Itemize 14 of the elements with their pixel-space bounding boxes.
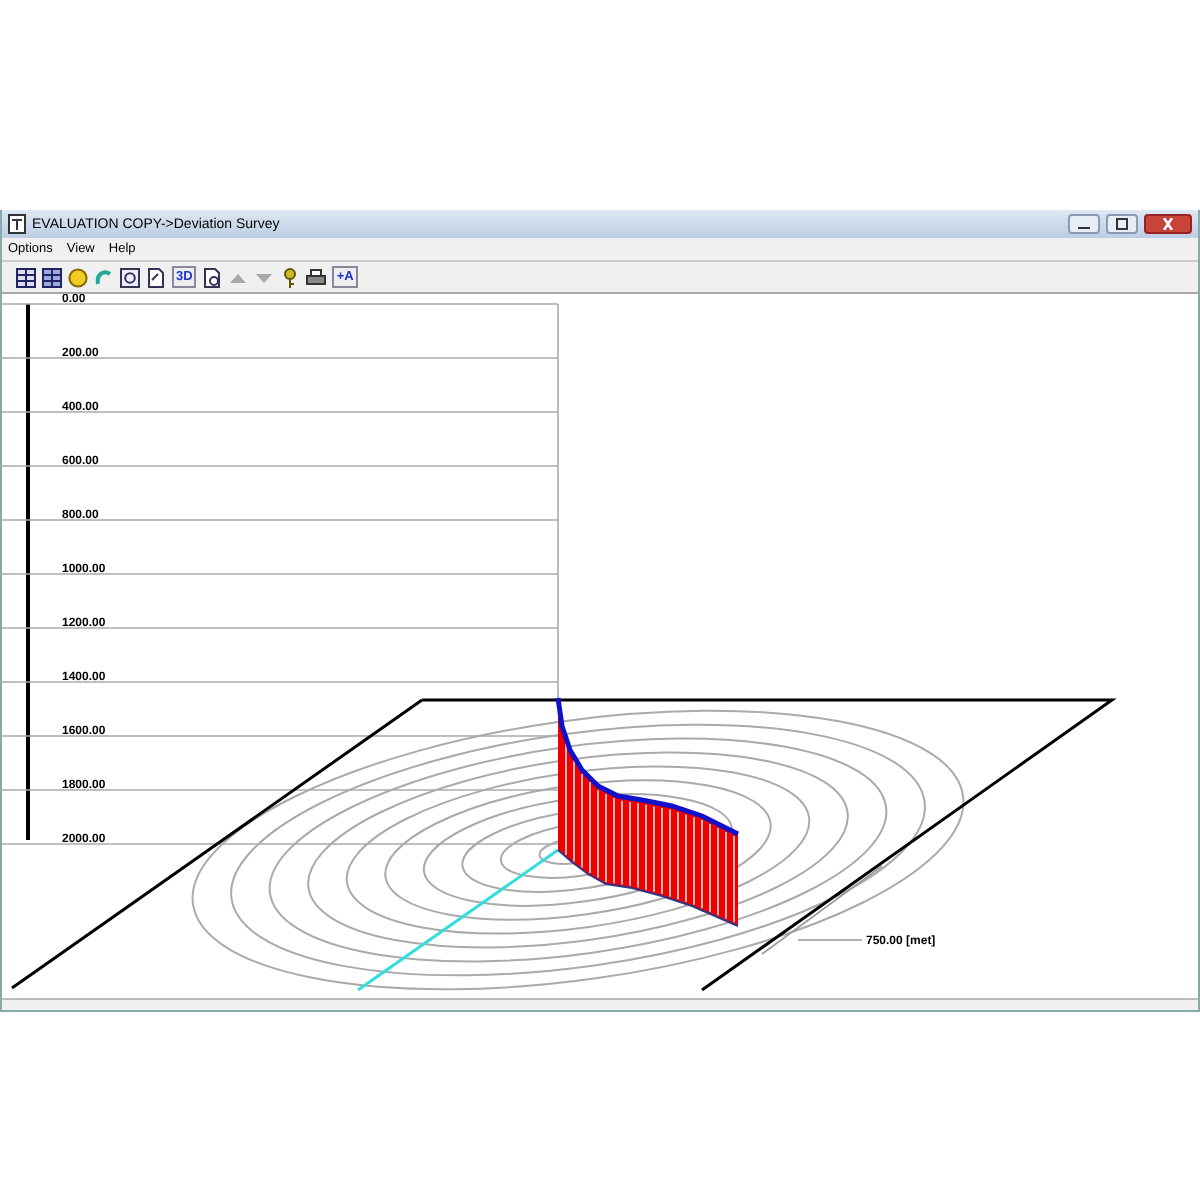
zoom-icon[interactable] bbox=[120, 267, 140, 287]
maximize-icon bbox=[1114, 218, 1130, 230]
maximize-button[interactable] bbox=[1106, 214, 1138, 234]
table-icon[interactable] bbox=[42, 267, 62, 287]
close-button[interactable] bbox=[1144, 214, 1192, 234]
key-icon[interactable] bbox=[280, 267, 301, 287]
app-icon bbox=[8, 214, 26, 234]
minimize-button[interactable] bbox=[1068, 214, 1100, 234]
smiley-icon[interactable] bbox=[68, 267, 88, 287]
page-icon[interactable] bbox=[146, 267, 166, 287]
print-icon[interactable] bbox=[306, 267, 327, 287]
close-icon bbox=[1160, 218, 1176, 230]
print-preview-icon[interactable] bbox=[202, 267, 223, 287]
table-icon[interactable] bbox=[16, 267, 36, 287]
